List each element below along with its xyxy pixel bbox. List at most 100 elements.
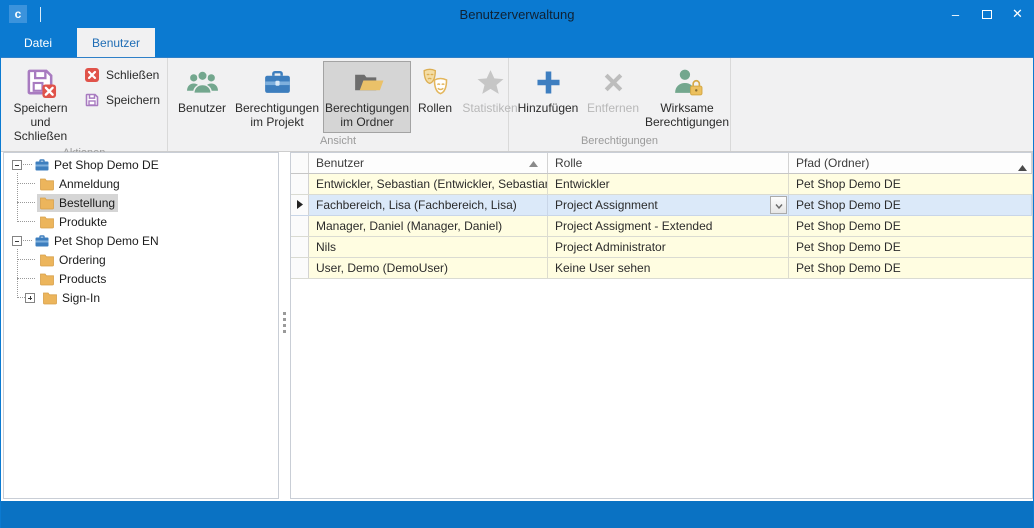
ribbon-empty-area <box>731 58 1033 151</box>
column-header-label: Rolle <box>555 156 582 170</box>
rollen-label: Rollen <box>418 102 452 116</box>
row-indicator-cell[interactable] <box>291 216 309 236</box>
cell-rolle[interactable]: Entwickler <box>548 174 789 194</box>
entfernen-button: Entfernen <box>584 61 642 133</box>
header-corner-icon[interactable] <box>1018 160 1027 174</box>
cell-rolle[interactable]: Project Assigment - Extended <box>548 216 789 236</box>
tree-node-produkte[interactable]: Produkte <box>37 213 110 231</box>
rollen-button[interactable]: Rollen <box>413 61 457 133</box>
table-row-selected: Fachbereich, Lisa (Fachbereich, Lisa) Pr… <box>291 195 1032 216</box>
tree-node-label: Sign-In <box>62 291 100 305</box>
cell-pfad[interactable]: Pet Shop Demo DE <box>789 237 1032 257</box>
window-title: Benutzerverwaltung <box>201 7 833 22</box>
table-row: Entwickler, Sebastian (Entwickler, Sebas… <box>291 174 1032 195</box>
app-logo-icon: c <box>9 5 27 23</box>
panel-splitter[interactable] <box>279 152 290 499</box>
ribbon-group-berechtigungen: Hinzufügen Entfernen <box>509 58 731 151</box>
tab-datei[interactable]: Datei <box>9 28 67 57</box>
tree-node-anmeldung[interactable]: Anmeldung <box>37 175 123 193</box>
column-header-benutzer[interactable]: Benutzer <box>309 153 548 173</box>
tree-node-project-en[interactable]: Pet Shop Demo EN <box>32 232 162 250</box>
folder-icon <box>39 195 55 211</box>
row-indicator-icon <box>297 198 303 212</box>
tab-benutzer[interactable]: Benutzer <box>77 28 155 57</box>
tree-expander[interactable] <box>12 160 22 170</box>
cell-rolle[interactable]: Keine User sehen <box>548 258 789 278</box>
close-view-button[interactable]: Schließen <box>84 67 160 83</box>
cell-benutzer[interactable]: User, Demo (DemoUser) <box>309 258 548 278</box>
quick-access-separator <box>40 7 41 22</box>
main-area: Pet Shop Demo DE Anmeldung <box>1 152 1033 501</box>
maximize-icon[interactable] <box>971 0 1002 28</box>
tree-node-label: Products <box>59 272 106 286</box>
close-view-label: Schließen <box>106 68 159 82</box>
tree-node-ordering[interactable]: Ordering <box>37 251 109 269</box>
berechtigungen-projekt-label: Berechtigungen im Projekt <box>235 102 319 130</box>
tree-node-products[interactable]: Products <box>37 270 109 288</box>
users-icon <box>186 66 219 99</box>
berechtigungen-ordner-label: Berechtigungen im Ordner <box>325 102 409 130</box>
cell-benutzer[interactable]: Nils <box>309 237 548 257</box>
benutzer-view-button[interactable]: Benutzer <box>173 61 231 133</box>
tree-node-label: Pet Shop Demo EN <box>54 234 159 248</box>
briefcase-icon <box>261 66 294 99</box>
tree-node-label: Ordering <box>59 253 106 267</box>
ribbon-tab-row: Datei Benutzer <box>1 28 1033 57</box>
hinzufuegen-label: Hinzufügen <box>518 102 579 116</box>
ribbon: Speichern und Schließen Schließen <box>1 57 1033 152</box>
entfernen-label: Entfernen <box>587 102 639 116</box>
role-dropdown-button[interactable] <box>770 196 787 214</box>
open-folder-icon <box>351 66 384 99</box>
tree-node-label: Bestellung <box>59 196 115 210</box>
tree-expander[interactable] <box>12 236 22 246</box>
tree-node-sign-in[interactable]: Sign-In <box>40 289 103 307</box>
cell-pfad[interactable]: Pet Shop Demo DE <box>789 174 1032 194</box>
row-indicator-cell[interactable] <box>291 237 309 257</box>
save-button[interactable]: Speichern <box>84 92 160 108</box>
column-header-rolle[interactable]: Rolle <box>548 153 789 173</box>
close-icon[interactable]: ✕ <box>1002 0 1033 28</box>
cell-rolle[interactable]: Project Administrator <box>548 237 789 257</box>
project-tree: Pet Shop Demo DE Anmeldung <box>3 152 279 499</box>
row-indicator-cell[interactable] <box>291 174 309 194</box>
save-close-icon <box>24 66 57 99</box>
dropdown-chevron-icon <box>775 198 783 212</box>
folder-icon <box>39 176 55 192</box>
save-and-close-button[interactable]: Speichern und Schließen <box>6 61 75 146</box>
group-label-berechtigungen: Berechtigungen <box>509 134 730 151</box>
column-header-pfad[interactable]: Pfad (Ordner) <box>789 153 1032 173</box>
table-row: Nils Project Administrator Pet Shop Demo… <box>291 237 1032 258</box>
folder-icon <box>39 252 55 268</box>
save-icon <box>84 92 100 108</box>
save-and-close-label: Speichern und Schließen <box>11 102 70 143</box>
cell-benutzer[interactable]: Entwickler, Sebastian (Entwickler, Sebas… <box>309 174 548 194</box>
cell-pfad[interactable]: Pet Shop Demo DE <box>789 258 1032 278</box>
cell-pfad[interactable]: Pet Shop Demo DE <box>789 195 1032 215</box>
tree-node-bestellung[interactable]: Bestellung <box>37 194 118 212</box>
status-bar <box>1 501 1033 528</box>
minimize-icon[interactable]: – <box>940 0 971 28</box>
user-lock-icon <box>671 66 704 99</box>
cell-pfad[interactable]: Pet Shop Demo DE <box>789 216 1032 236</box>
benutzer-view-label: Benutzer <box>178 102 226 116</box>
tree-expander[interactable] <box>25 293 35 303</box>
grid-header: Benutzer Rolle Pfad (Ordner) <box>291 153 1032 174</box>
folder-icon <box>39 214 55 230</box>
row-indicator-cell[interactable] <box>291 258 309 278</box>
star-icon <box>474 66 507 99</box>
hinzufuegen-button[interactable]: Hinzufügen <box>514 61 582 133</box>
ribbon-group-aktionen: Speichern und Schließen Schließen <box>1 58 168 151</box>
cell-benutzer[interactable]: Manager, Daniel (Manager, Daniel) <box>309 216 548 236</box>
plus-icon <box>532 66 565 99</box>
title-bar: c Benutzerverwaltung – ✕ <box>1 0 1033 28</box>
app-window: c Benutzerverwaltung – ✕ Datei Benutzer <box>0 0 1034 528</box>
row-indicator-cell[interactable] <box>291 195 309 215</box>
berechtigungen-ordner-button[interactable]: Berechtigungen im Ordner <box>323 61 411 133</box>
cell-benutzer[interactable]: Fachbereich, Lisa (Fachbereich, Lisa) <box>309 195 548 215</box>
cell-rolle-editor[interactable]: Project Assignment <box>548 195 789 215</box>
tree-node-project-de[interactable]: Pet Shop Demo DE <box>32 156 162 174</box>
wirksame-berechtigungen-button[interactable]: Wirksame Berechtigungen <box>644 61 730 133</box>
wirksame-berechtigungen-label: Wirksame Berechtigungen <box>645 102 729 130</box>
berechtigungen-projekt-button[interactable]: Berechtigungen im Projekt <box>233 61 321 133</box>
close-red-icon <box>84 67 100 83</box>
